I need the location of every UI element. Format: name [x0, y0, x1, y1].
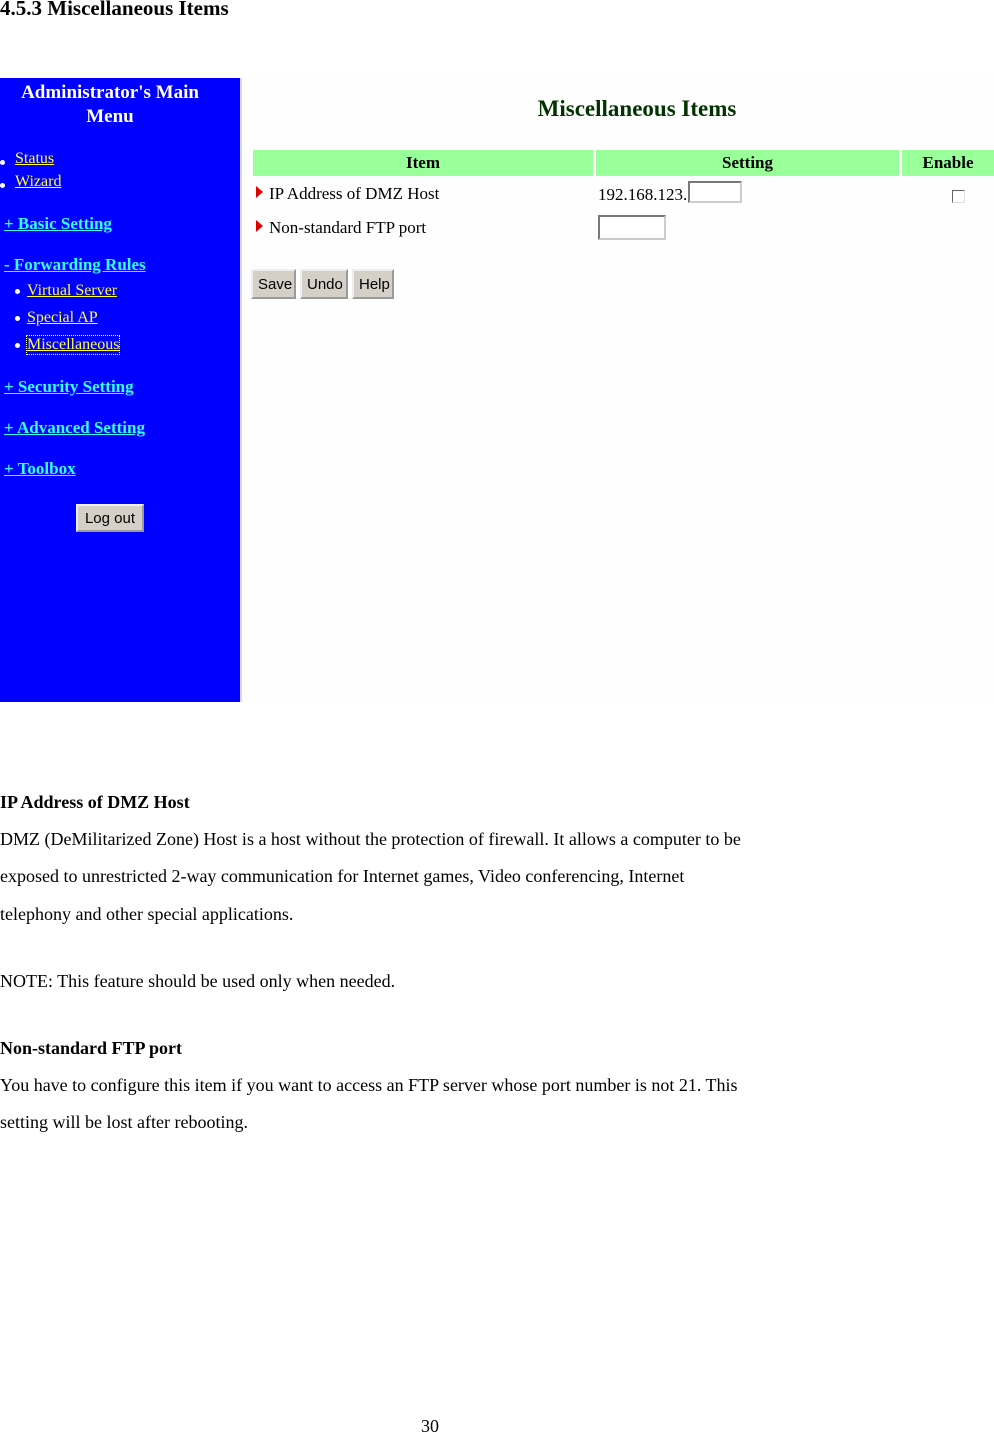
dmz-paragraph-line: DMZ (DeMilitarized Zone) Host is a host …: [0, 829, 741, 849]
table-row-ftp-label: Non-standard FTP port: [256, 218, 426, 238]
logout-button[interactable]: Log out: [76, 504, 144, 532]
dmz-ip-prefix: 192.168.123.: [598, 185, 688, 204]
page-number: 30: [421, 1416, 439, 1436]
sidebar-item-advanced-setting[interactable]: + Advanced Setting: [4, 418, 145, 438]
column-header-enable: Enable: [902, 150, 994, 176]
dmz-heading: IP Address of DMZ Host: [0, 792, 190, 812]
note-text: NOTE: This feature should be used only w…: [0, 971, 396, 991]
sidebar-item-status[interactable]: Status: [15, 150, 54, 168]
column-header-item: Item: [253, 150, 593, 176]
bullet-icon: [0, 160, 5, 165]
save-button[interactable]: Save: [251, 269, 296, 299]
bullet-icon: [15, 343, 20, 348]
bullet-icon: [15, 289, 20, 294]
router-screenshot: Administrator's Main Menu Status Wizard …: [0, 78, 994, 702]
main-panel: Miscellaneous Items Item Setting Enable …: [242, 78, 994, 702]
dmz-paragraph-line: exposed to unrestricted 2-way communicat…: [0, 866, 685, 886]
sidebar-item-special-ap[interactable]: Special AP: [27, 309, 98, 327]
dmz-paragraph-line: telephony and other special applications…: [0, 904, 294, 924]
column-header-setting: Setting: [596, 150, 899, 176]
sidebar-item-toolbox[interactable]: + Toolbox: [4, 459, 76, 479]
bullet-icon: [0, 183, 5, 188]
ftp-item-label: Non-standard FTP port: [269, 218, 427, 237]
admin-sidebar: Administrator's Main Menu Status Wizard …: [0, 78, 240, 702]
sidebar-item-basic-setting[interactable]: + Basic Setting: [4, 214, 112, 234]
ftp-paragraph-line: setting will be lost after rebooting.: [0, 1112, 248, 1132]
menu-title: Administrator's Main Menu: [0, 81, 220, 129]
dmz-host-input[interactable]: [688, 181, 742, 203]
sidebar-item-security-setting[interactable]: + Security Setting: [4, 377, 134, 397]
section-title: 4.5.3 Miscellaneous Items: [0, 0, 229, 20]
dmz-item-label: IP Address of DMZ Host: [269, 184, 440, 203]
undo-button[interactable]: Undo: [300, 269, 348, 299]
sidebar-item-wizard[interactable]: Wizard: [15, 173, 61, 191]
ftp-heading: Non-standard FTP port: [0, 1038, 183, 1058]
sidebar-item-miscellaneous[interactable]: Miscellaneous: [25, 335, 121, 355]
main-title: Miscellaneous Items: [537, 96, 737, 121]
sidebar-item-forwarding-rules[interactable]: - Forwarding Rules: [4, 255, 146, 275]
sidebar-item-virtual-server[interactable]: Virtual Server: [27, 282, 117, 300]
ftp-port-input[interactable]: [598, 215, 666, 240]
table-row-dmz-label: IP Address of DMZ Host: [256, 184, 439, 204]
red-arrow-icon: [256, 220, 263, 232]
bullet-icon: [15, 316, 20, 321]
help-button[interactable]: Help: [352, 269, 394, 299]
dmz-enable-checkbox[interactable]: [952, 190, 965, 203]
menu-title-line1: Administrator's Main: [21, 82, 199, 103]
menu-title-line2: Menu: [86, 106, 134, 127]
ftp-paragraph-line: You have to configure this item if you w…: [0, 1075, 738, 1095]
red-arrow-icon: [256, 186, 263, 198]
